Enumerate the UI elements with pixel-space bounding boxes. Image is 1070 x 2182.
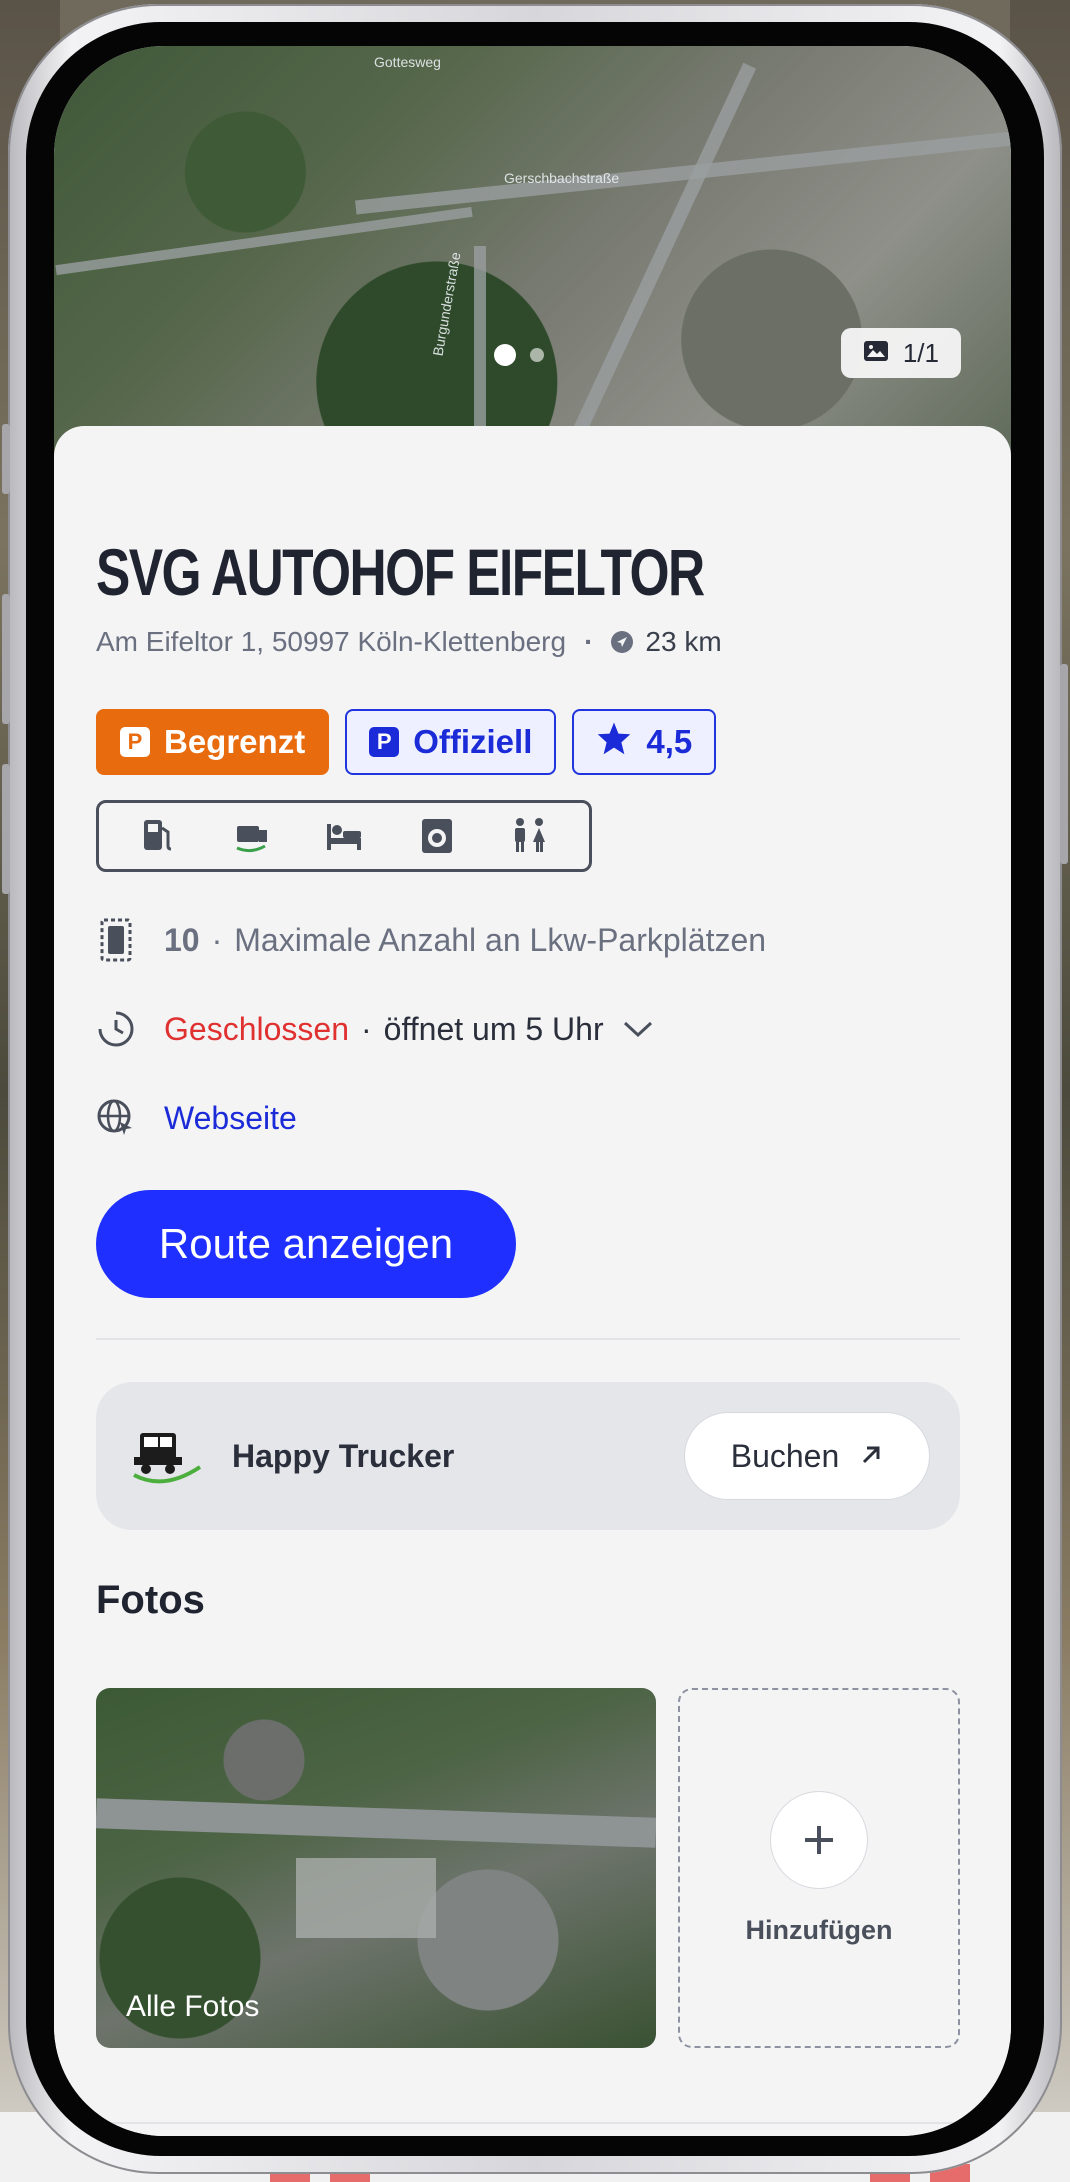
parking-description: Maximale Anzahl an Lkw-Parkplätzen	[234, 921, 767, 958]
clock-icon	[96, 1009, 136, 1049]
booking-partner-card: Happy Trucker Buchen	[96, 1382, 960, 1530]
website-row[interactable]: Webseite	[96, 1098, 297, 1138]
divider	[96, 2122, 960, 2124]
divider	[96, 1338, 960, 1340]
opening-time: öffnet um 5 Uhr	[383, 1010, 604, 1047]
chevron-down-icon[interactable]	[622, 1019, 654, 1039]
app-screen: Gottesweg Gerschbachstraße Burgunderstra…	[54, 46, 1011, 2136]
parking-icon: P	[369, 727, 400, 757]
photo-counter-text: 1/1	[902, 337, 939, 368]
plus-icon	[770, 1790, 868, 1889]
carousel-indicator	[494, 344, 544, 366]
restroom-icon	[509, 815, 551, 857]
photos-section-title: Fotos	[96, 1578, 205, 1622]
add-photo-button[interactable]: Hinzufügen	[678, 1688, 960, 2048]
photo-thumbnail[interactable]: Alle Fotos	[96, 1688, 656, 2048]
badge-row: P Begrenzt P Offiziell 4,5	[96, 709, 717, 775]
distance-text: 23 km	[645, 626, 722, 657]
website-link[interactable]: Webseite	[164, 1100, 297, 1137]
map-street-label: Burgunderstraße	[429, 250, 464, 358]
fuel-pump-icon	[137, 815, 179, 857]
parking-capacity-row: 10 · Maximale Anzahl an Lkw-Parkplätzen	[96, 918, 767, 962]
address-text: Am Eifeltor 1, 50997 Köln-Klettenberg	[96, 626, 567, 657]
address-row: Am Eifeltor 1, 50997 Köln-Klettenberg · …	[96, 626, 722, 657]
place-title: SVG AUTOHOF EIFELTOR	[96, 535, 705, 609]
image-icon	[863, 338, 889, 369]
photo-counter[interactable]: 1/1	[840, 328, 961, 378]
show-route-button[interactable]: Route anzeigen	[96, 1190, 516, 1298]
rating-badge[interactable]: 4,5	[572, 709, 717, 775]
add-photo-label: Hinzufügen	[745, 1914, 893, 1945]
amenities-bar[interactable]	[96, 800, 592, 872]
washing-machine-icon	[416, 815, 458, 857]
bed-icon	[323, 815, 365, 857]
status-closed: Geschlossen	[164, 1010, 349, 1047]
location-photo-header[interactable]: Gottesweg Gerschbachstraße Burgunderstra…	[54, 46, 1011, 466]
map-street-label: Gottesweg	[374, 54, 441, 70]
all-photos-label: Alle Fotos	[126, 1990, 260, 2023]
parking-space-icon	[96, 918, 136, 962]
navigation-icon	[611, 631, 634, 653]
star-icon	[596, 721, 632, 763]
opening-hours-row[interactable]: Geschlossen · öffnet um 5 Uhr	[96, 1009, 654, 1049]
external-link-arrow-icon	[859, 1438, 883, 1475]
globe-icon	[96, 1098, 136, 1138]
parking-count: 10	[164, 921, 200, 958]
rating-value: 4,5	[646, 723, 693, 760]
happy-trucker-logo-icon	[130, 1419, 204, 1493]
badge-label: Offiziell	[413, 723, 533, 760]
parking-icon: P	[120, 727, 150, 757]
official-badge[interactable]: P Offiziell	[345, 709, 557, 775]
carousel-dot	[530, 348, 544, 362]
map-street-label: Gerschbachstraße	[504, 170, 620, 186]
details-sheet: SVG AUTOHOF EIFELTOR Am Eifeltor 1, 5099…	[54, 426, 1011, 2136]
book-button-label: Buchen	[730, 1437, 840, 1474]
partner-name: Happy Trucker	[232, 1437, 455, 1474]
book-button[interactable]: Buchen	[684, 1412, 930, 1500]
parking-availability-badge[interactable]: P Begrenzt	[96, 709, 330, 775]
badge-label: Begrenzt	[164, 723, 306, 760]
carousel-dot-active	[494, 344, 516, 366]
truck-wash-icon	[230, 815, 272, 857]
